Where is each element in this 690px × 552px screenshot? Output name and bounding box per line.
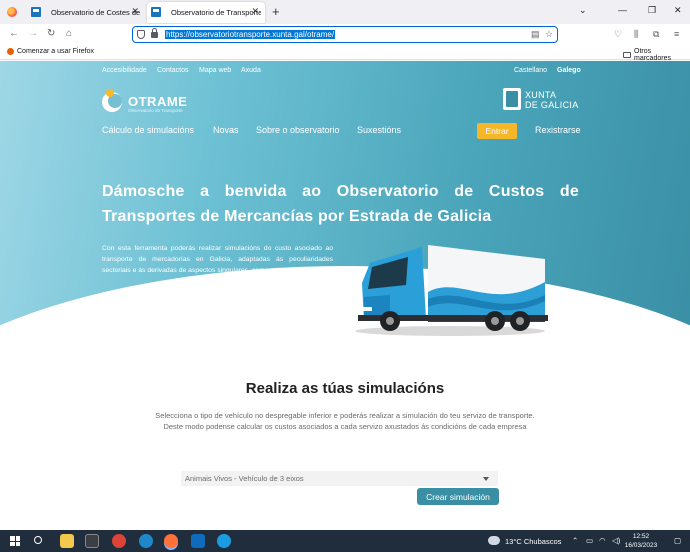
bookmark-other[interactable]: Otros marcadores: [623, 48, 690, 62]
lang-castellano[interactable]: Castellano: [514, 67, 547, 74]
restore-icon[interactable]: ❐: [648, 5, 656, 16]
page-title: Dámosche a benvida ao Observatorio de Cu…: [102, 183, 579, 225]
volume-icon[interactable]: ◁): [612, 536, 620, 545]
network-icon[interactable]: ▭: [586, 536, 593, 545]
nav-bar: ← → ↻ ⌂ https://observatoriotransporte.x…: [0, 24, 690, 46]
pocket-icon[interactable]: ♡: [614, 29, 622, 40]
weather-icon[interactable]: [488, 536, 500, 545]
register-link[interactable]: Rexistrarse: [535, 125, 581, 135]
menu-suxestions[interactable]: Suxestións: [357, 125, 401, 135]
logo-name: OTRAME: [128, 94, 188, 109]
bookmark-getting-started[interactable]: Comenzar a usar Firefox: [7, 48, 94, 55]
xunta-shield-icon: [503, 88, 521, 110]
bookmark-label: Otros marcadores: [634, 48, 671, 62]
xunta-line2: DE GALICIA: [525, 100, 579, 110]
create-simulation-button[interactable]: Crear simulación: [417, 488, 499, 505]
truck-illustration: [355, 245, 548, 336]
library-icon[interactable]: ⫼: [634, 29, 638, 40]
app-menu-icon[interactable]: ≡: [674, 29, 679, 39]
back-icon[interactable]: ←: [9, 28, 19, 39]
url-text[interactable]: https://observatoriotransporte.xunta.gal…: [165, 30, 336, 39]
link-accesibilidade[interactable]: Accesibilidade: [102, 67, 147, 74]
menu-calculo[interactable]: Cálculo de simulacións: [102, 125, 194, 135]
link-mapa-web[interactable]: Mapa web: [199, 67, 231, 74]
page-viewport: Accesibilidade Contactos Mapa web Axuda …: [0, 61, 690, 530]
menu-novas[interactable]: Novas: [213, 125, 239, 135]
tab-title: Observatorio de Transporte: [171, 8, 261, 17]
bookmarks-bar: Comenzar a usar Firefox Otros marcadores: [0, 46, 690, 62]
link-contactos[interactable]: Contactos: [157, 67, 189, 74]
windows-start-icon[interactable]: [10, 536, 20, 546]
notifications-icon[interactable]: ▢: [674, 536, 681, 545]
tab-close-icon[interactable]: ✕: [251, 6, 259, 17]
logo-subtitle: Observatorio do Transporte: [128, 108, 183, 113]
tracking-shield-icon[interactable]: [137, 30, 145, 39]
firefox-menu-icon[interactable]: [7, 7, 17, 17]
outlook-icon[interactable]: [191, 534, 205, 548]
intro-paragraph-1: Con esta ferramenta poderás realizar sim…: [102, 245, 333, 274]
tab-strip: Observatorio de Costes de Trans ✕ Observ…: [0, 0, 690, 24]
chevron-down-icon: [483, 477, 489, 481]
clock[interactable]: 12:52 16/03/2023: [622, 532, 660, 550]
firefox-icon: [7, 48, 14, 55]
tab-transporte[interactable]: Observatorio de Transporte ✕: [147, 2, 265, 23]
windows-taskbar: 13°C Chubascos ⌃ ▭ ◠ ◁) 12:52 16/03/2023…: [0, 530, 690, 552]
intro-paragraph-2: Ademais, tamén dispomos de información d…: [102, 294, 333, 312]
tab-favicon-icon: [31, 7, 41, 17]
file-explorer-icon[interactable]: [60, 534, 74, 548]
xunta-line1: XUNTA: [525, 90, 557, 100]
extensions-icon[interactable]: ⧉: [653, 29, 659, 40]
minimize-icon[interactable]: —: [618, 5, 627, 15]
lock-icon[interactable]: [151, 28, 158, 38]
bookmark-star-icon[interactable]: ☆: [545, 29, 553, 40]
chrome-icon[interactable]: [112, 534, 126, 548]
link-axuda[interactable]: Axuda: [241, 67, 261, 74]
forward-icon[interactable]: →: [28, 28, 38, 39]
lang-galego[interactable]: Galego: [557, 67, 581, 74]
simulation-title: Realiza as túas simulacións: [245, 380, 445, 397]
url-bar[interactable]: https://observatoriotransporte.xunta.gal…: [132, 26, 558, 43]
clock-date: 16/03/2023: [624, 542, 658, 549]
tab-title: Observatorio de Costes de Trans: [51, 8, 141, 17]
menu-sobre[interactable]: Sobre o observatorio: [256, 125, 340, 135]
ie-icon[interactable]: [217, 534, 231, 548]
home-icon[interactable]: ⌂: [66, 28, 72, 39]
firefox-taskbar-icon[interactable]: [164, 534, 178, 548]
edge-icon[interactable]: [139, 534, 153, 548]
otrame-sun-icon: [102, 89, 122, 112]
new-tab-icon[interactable]: +: [272, 4, 280, 19]
bookmark-label: Comenzar a usar Firefox: [17, 48, 95, 55]
store-icon[interactable]: [85, 534, 99, 548]
tab-favicon-icon: [151, 7, 161, 17]
reader-view-icon[interactable]: ▤: [531, 29, 540, 40]
simulation-description: Selecciona o tipo de vehículo no despreg…: [155, 411, 535, 431]
wifi-icon[interactable]: ◠: [599, 536, 606, 545]
weather-text[interactable]: 13°C Chubascos: [505, 537, 561, 546]
tab-list-icon[interactable]: ⌄: [579, 5, 587, 16]
reload-icon[interactable]: ↻: [47, 28, 55, 39]
login-button[interactable]: Entrar: [477, 123, 517, 139]
tab-close-icon[interactable]: ✕: [131, 6, 139, 17]
search-icon[interactable]: [34, 536, 42, 544]
vehicle-select-value: Animais Vivos - Vehículo de 3 eixos: [185, 474, 304, 483]
tab-costes[interactable]: Observatorio de Costes de Trans ✕: [27, 2, 145, 23]
folder-icon: [623, 52, 631, 58]
clock-time: 12:52: [632, 533, 650, 540]
close-window-icon[interactable]: ✕: [674, 5, 682, 16]
vehicle-type-select[interactable]: Animais Vivos - Vehículo de 3 eixos: [181, 471, 498, 486]
tray-chevron-icon[interactable]: ⌃: [572, 536, 578, 545]
